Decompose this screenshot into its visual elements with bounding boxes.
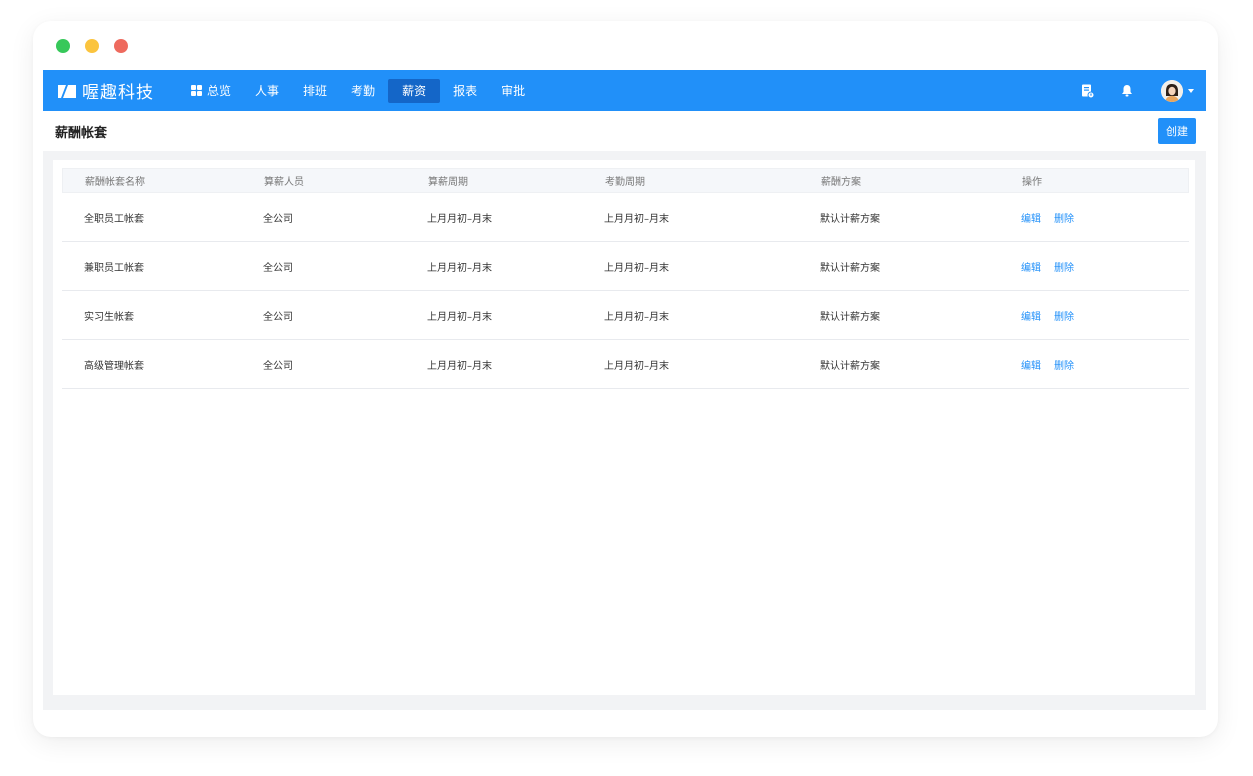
chevron-down-icon[interactable] xyxy=(1188,88,1194,93)
main-nav: 总览 人事 排班 考勤 薪资 报表 审批 xyxy=(180,70,538,111)
bell-icon[interactable] xyxy=(1120,84,1134,98)
column-header: 薪酬方案 xyxy=(821,177,861,188)
table-row: 实习生帐套 全公司 上月月初–月末 上月月初–月末 默认计薪方案 编辑 删除 xyxy=(62,291,1189,340)
attendance-cycle: 上月月初–月末 xyxy=(604,213,669,225)
brand-name: 喔趣科技 xyxy=(82,83,154,103)
table-row: 全职员工帐套 全公司 上月月初–月末 上月月初–月末 默认计薪方案 编辑 删除 xyxy=(62,193,1189,242)
close-button[interactable] xyxy=(114,39,128,53)
pay-plan: 默认计薪方案 xyxy=(820,262,880,274)
staff-scope: 全公司 xyxy=(263,262,293,274)
pay-cycle: 上月月初–月末 xyxy=(427,360,492,372)
app-body: 喔趣科技 总览 人事 排班 考勤 薪资 报表 审批 薪酬帐套 创建 薪酬帐套名称… xyxy=(43,70,1206,710)
row-actions: 编辑 删除 xyxy=(1021,357,1074,372)
pay-cycle: 上月月初–月末 xyxy=(427,311,492,323)
column-header: 操作 xyxy=(1022,177,1042,188)
nav-item-hr[interactable]: 人事 xyxy=(244,79,290,103)
column-header: 考勤周期 xyxy=(605,177,645,188)
account-name: 全职员工帐套 xyxy=(84,213,144,225)
row-actions: 编辑 删除 xyxy=(1021,308,1074,323)
nav-item-label: 考勤 xyxy=(351,83,376,98)
nav-item-scheduling[interactable]: 排班 xyxy=(292,79,338,103)
nav-item-label: 总览 xyxy=(207,83,232,98)
staff-scope: 全公司 xyxy=(263,213,293,225)
logo-icon xyxy=(58,84,76,98)
attendance-cycle: 上月月初–月末 xyxy=(604,360,669,372)
account-name: 高级管理帐套 xyxy=(84,360,144,372)
edit-link[interactable]: 编辑 xyxy=(1021,210,1041,225)
payroll-table: 薪酬帐套名称 算薪人员 算薪周期 考勤周期 薪酬方案 操作 全职员工帐套 全公司… xyxy=(62,168,1189,389)
pay-plan: 默认计薪方案 xyxy=(820,213,880,225)
nav-item-label: 排班 xyxy=(303,83,328,98)
pay-cycle: 上月月初–月末 xyxy=(427,262,492,274)
nav-item-label: 薪资 xyxy=(402,83,427,98)
table-row: 兼职员工帐套 全公司 上月月初–月末 上月月初–月末 默认计薪方案 编辑 删除 xyxy=(62,242,1189,291)
app-window: 喔趣科技 总览 人事 排班 考勤 薪资 报表 审批 薪酬帐套 创建 薪酬帐套名称… xyxy=(33,21,1218,737)
create-button[interactable]: 创建 xyxy=(1158,118,1196,144)
staff-scope: 全公司 xyxy=(263,360,293,372)
top-navbar: 喔趣科技 总览 人事 排班 考勤 薪资 报表 审批 xyxy=(43,70,1206,111)
edit-link[interactable]: 编辑 xyxy=(1021,308,1041,323)
pay-cycle: 上月月初–月末 xyxy=(427,213,492,225)
nav-actions xyxy=(1080,70,1194,111)
window-controls xyxy=(56,39,128,53)
column-header: 薪酬帐套名称 xyxy=(85,177,145,188)
row-actions: 编辑 删除 xyxy=(1021,210,1074,225)
nav-item-reports[interactable]: 报表 xyxy=(442,79,488,103)
table-row: 高级管理帐套 全公司 上月月初–月末 上月月初–月末 默认计薪方案 编辑 删除 xyxy=(62,340,1189,389)
nav-item-label: 人事 xyxy=(255,83,280,98)
nav-item-label: 审批 xyxy=(501,83,526,98)
table-header: 薪酬帐套名称 算薪人员 算薪周期 考勤周期 薪酬方案 操作 xyxy=(62,168,1189,193)
page-header: 薪酬帐套 创建 xyxy=(43,111,1206,151)
delete-link[interactable]: 删除 xyxy=(1054,357,1074,372)
content-panel: 薪酬帐套名称 算薪人员 算薪周期 考勤周期 薪酬方案 操作 全职员工帐套 全公司… xyxy=(53,160,1195,695)
pay-plan: 默认计薪方案 xyxy=(820,311,880,323)
attendance-cycle: 上月月初–月末 xyxy=(604,262,669,274)
nav-item-attendance[interactable]: 考勤 xyxy=(340,79,386,103)
nav-item-overview[interactable]: 总览 xyxy=(180,79,242,103)
edit-link[interactable]: 编辑 xyxy=(1021,259,1041,274)
column-header: 算薪人员 xyxy=(264,177,304,188)
page-title: 薪酬帐套 xyxy=(55,125,108,141)
nav-item-approval[interactable]: 审批 xyxy=(490,79,536,103)
account-name: 兼职员工帐套 xyxy=(84,262,144,274)
delete-link[interactable]: 删除 xyxy=(1054,308,1074,323)
attendance-cycle: 上月月初–月末 xyxy=(604,311,669,323)
avatar-icon[interactable] xyxy=(1161,79,1183,102)
maximize-button[interactable] xyxy=(56,39,70,53)
edit-link[interactable]: 编辑 xyxy=(1021,357,1041,372)
document-icon[interactable] xyxy=(1080,84,1094,98)
nav-item-label: 报表 xyxy=(453,83,478,98)
delete-link[interactable]: 删除 xyxy=(1054,210,1074,225)
brand[interactable]: 喔趣科技 xyxy=(58,78,154,103)
account-name: 实习生帐套 xyxy=(84,311,134,323)
grid-icon xyxy=(191,85,202,96)
delete-link[interactable]: 删除 xyxy=(1054,259,1074,274)
row-actions: 编辑 删除 xyxy=(1021,259,1074,274)
staff-scope: 全公司 xyxy=(263,311,293,323)
minimize-button[interactable] xyxy=(85,39,99,53)
column-header: 算薪周期 xyxy=(428,177,468,188)
nav-item-payroll[interactable]: 薪资 xyxy=(388,78,441,103)
pay-plan: 默认计薪方案 xyxy=(820,360,880,372)
